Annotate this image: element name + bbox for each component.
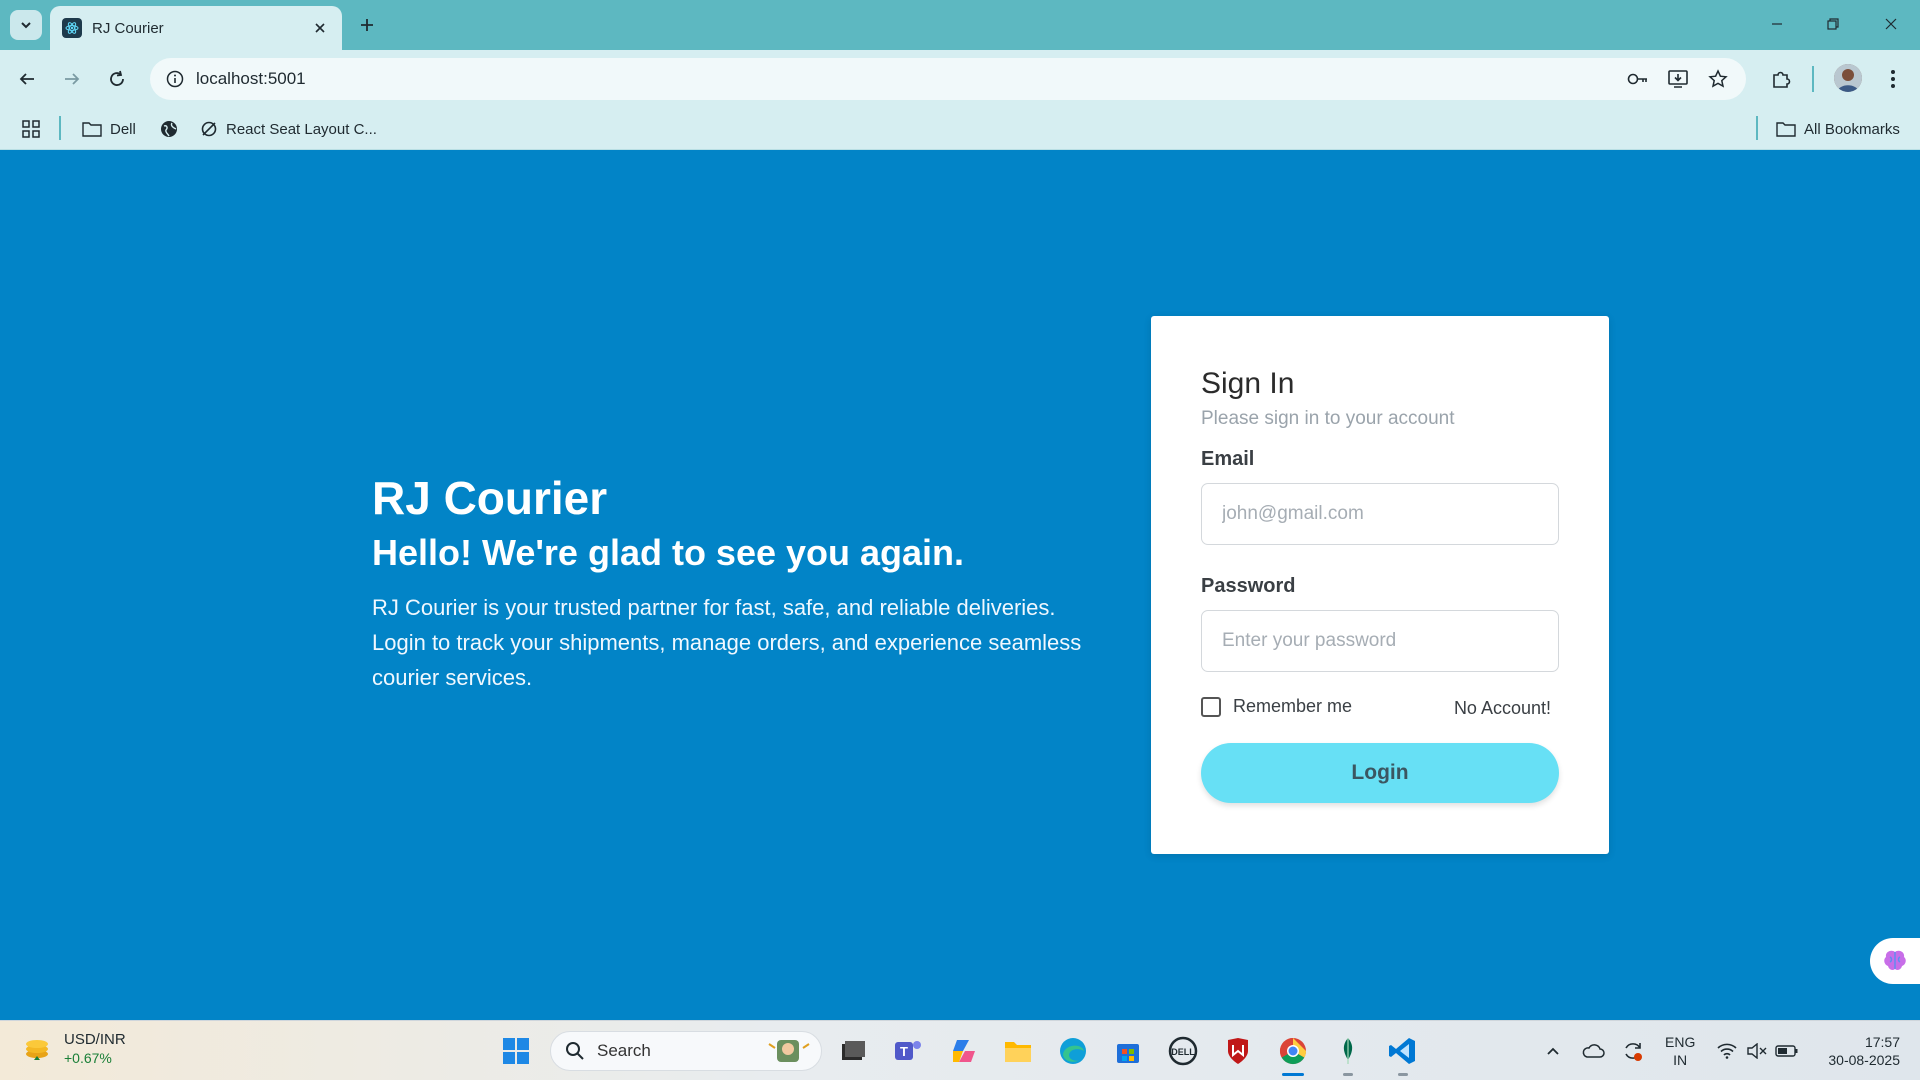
- sync-update-icon[interactable]: [1618, 1031, 1648, 1071]
- ticker-name: USD/INR: [64, 1031, 126, 1048]
- search-highlight-icon: [768, 1040, 810, 1062]
- browser-toolbar: localhost:5001: [0, 50, 1920, 108]
- all-bookmarks[interactable]: All Bookmarks: [1776, 116, 1900, 142]
- remember-me[interactable]: Remember me: [1201, 696, 1352, 717]
- mongodb-compass-icon[interactable]: [1328, 1031, 1368, 1071]
- address-bar[interactable]: localhost:5001: [150, 58, 1746, 100]
- login-button[interactable]: Login: [1201, 743, 1559, 803]
- mongodb-running-indicator: [1343, 1073, 1353, 1076]
- bookmarks-bar: Dell React Seat Layout C... All Bookmark…: [0, 108, 1920, 150]
- profile-avatar[interactable]: [1834, 64, 1862, 92]
- remember-checkbox[interactable]: [1201, 696, 1221, 717]
- mcafee-icon[interactable]: [1218, 1031, 1258, 1071]
- browser-menu-icon[interactable]: [1876, 62, 1910, 96]
- welcome-headline: Hello! We're glad to see you again.: [372, 532, 965, 573]
- react-favicon-icon: [62, 18, 82, 38]
- vscode-running-indicator: [1398, 1073, 1408, 1076]
- chevron-down-icon: [21, 22, 31, 29]
- password-label: Password: [1201, 575, 1296, 597]
- minimize-icon[interactable]: [1754, 6, 1800, 42]
- reload-icon[interactable]: [100, 62, 134, 96]
- tab-title: RJ Courier: [92, 19, 164, 37]
- globe-icon: [161, 121, 177, 137]
- search-label: Search: [597, 1041, 651, 1060]
- password-key-icon[interactable]: [1624, 66, 1652, 92]
- bookmark-label: Dell: [110, 120, 136, 138]
- all-bookmarks-label: All Bookmarks: [1804, 120, 1900, 138]
- browser-tab-active[interactable]: RJ Courier: [50, 6, 342, 50]
- teams-icon[interactable]: T: [888, 1031, 928, 1071]
- coins-icon: [26, 1040, 48, 1060]
- signin-title: Sign In: [1201, 367, 1295, 400]
- address-url: localhost:5001: [196, 69, 306, 88]
- new-tab-plus-icon[interactable]: [352, 10, 382, 40]
- svg-text:DELL: DELL: [1171, 1047, 1195, 1057]
- battery-icon[interactable]: [1772, 1031, 1802, 1071]
- brain-icon: [1884, 950, 1906, 970]
- bookmark-globe[interactable]: [160, 116, 186, 142]
- install-app-icon[interactable]: [1664, 66, 1692, 92]
- toolbar-divider: [1812, 66, 1814, 92]
- restore-icon[interactable]: [1810, 6, 1856, 42]
- dell-icon[interactable]: DELL: [1163, 1031, 1203, 1071]
- close-window-icon[interactable]: [1868, 6, 1914, 42]
- bookmark-react-seat-layout[interactable]: React Seat Layout C...: [200, 116, 377, 142]
- taskbar-search[interactable]: Search: [550, 1031, 822, 1071]
- task-view-icon[interactable]: [832, 1031, 872, 1071]
- hero-section: RJ Courier Hello! We're glad to see you …: [372, 470, 1092, 695]
- remember-label: Remember me: [1233, 696, 1353, 716]
- password-field[interactable]: [1201, 610, 1559, 672]
- bookmarks-divider-right: [1756, 116, 1758, 140]
- edge-icon[interactable]: [1053, 1031, 1093, 1071]
- signin-subtitle: Please sign in to your account: [1201, 408, 1455, 429]
- folder-icon: [1776, 122, 1796, 137]
- extensions-puzzle-icon[interactable]: [1764, 62, 1798, 96]
- bookmark-star-icon[interactable]: [1704, 66, 1732, 92]
- system-clock[interactable]: 17:57 30-08-2025: [1812, 1033, 1900, 1069]
- wifi-icon[interactable]: [1712, 1031, 1742, 1071]
- browser-tab-bar: RJ Courier: [0, 0, 1920, 50]
- forward-arrow-icon[interactable]: [55, 62, 89, 96]
- signin-card: Sign In Please sign in to your account E…: [1151, 316, 1609, 854]
- svg-text:T: T: [900, 1044, 908, 1059]
- site-info-icon[interactable]: [162, 66, 188, 92]
- clock-time: 17:57: [1864, 1034, 1900, 1050]
- email-field[interactable]: [1201, 483, 1559, 545]
- chrome-running-indicator: [1282, 1073, 1304, 1076]
- copilot-icon[interactable]: [944, 1031, 984, 1071]
- file-explorer-icon[interactable]: [998, 1031, 1038, 1071]
- back-arrow-icon[interactable]: [10, 62, 44, 96]
- language-indicator[interactable]: ENG IN: [1665, 1033, 1695, 1069]
- brand-title: RJ Courier: [372, 472, 608, 524]
- email-label: Email: [1201, 448, 1255, 470]
- search-icon: [566, 1042, 584, 1060]
- language-code: ENG: [1665, 1034, 1696, 1050]
- ticker-change: +0.67%: [64, 1050, 112, 1066]
- store-icon[interactable]: [1108, 1031, 1148, 1071]
- chrome-icon[interactable]: [1273, 1031, 1313, 1071]
- currency-widget[interactable]: USD/INR +0.67%: [22, 1031, 126, 1067]
- folder-icon: [82, 122, 102, 137]
- vscode-icon[interactable]: [1383, 1031, 1423, 1071]
- bookmark-label: React Seat Layout C...: [226, 120, 377, 138]
- tab-close-icon[interactable]: [310, 18, 330, 38]
- speaker-muted-icon[interactable]: [1742, 1031, 1772, 1071]
- onedrive-cloud-icon[interactable]: [1578, 1031, 1608, 1071]
- hero-description: RJ Courier is your trusted partner for f…: [372, 595, 1082, 690]
- windows-start-icon[interactable]: [496, 1031, 536, 1071]
- show-hidden-icons-chevron-icon[interactable]: [1540, 1031, 1566, 1071]
- bookmarks-divider: [59, 116, 61, 140]
- windows-taskbar: USD/INR +0.67% Search T DELL ENG IN 17:5…: [0, 1020, 1920, 1080]
- apps-grid-icon[interactable]: [22, 116, 48, 142]
- no-account-link[interactable]: No Account!: [1454, 698, 1551, 719]
- remember-row: Remember me No Account!: [1201, 694, 1559, 719]
- clock-date: 30-08-2025: [1828, 1052, 1900, 1068]
- bookmark-dell[interactable]: Dell: [82, 116, 136, 142]
- floating-extension-button[interactable]: [1870, 938, 1920, 984]
- tab-search-button[interactable]: [10, 10, 42, 40]
- bookmark-site-icon: [201, 121, 217, 137]
- region-code: IN: [1673, 1052, 1688, 1068]
